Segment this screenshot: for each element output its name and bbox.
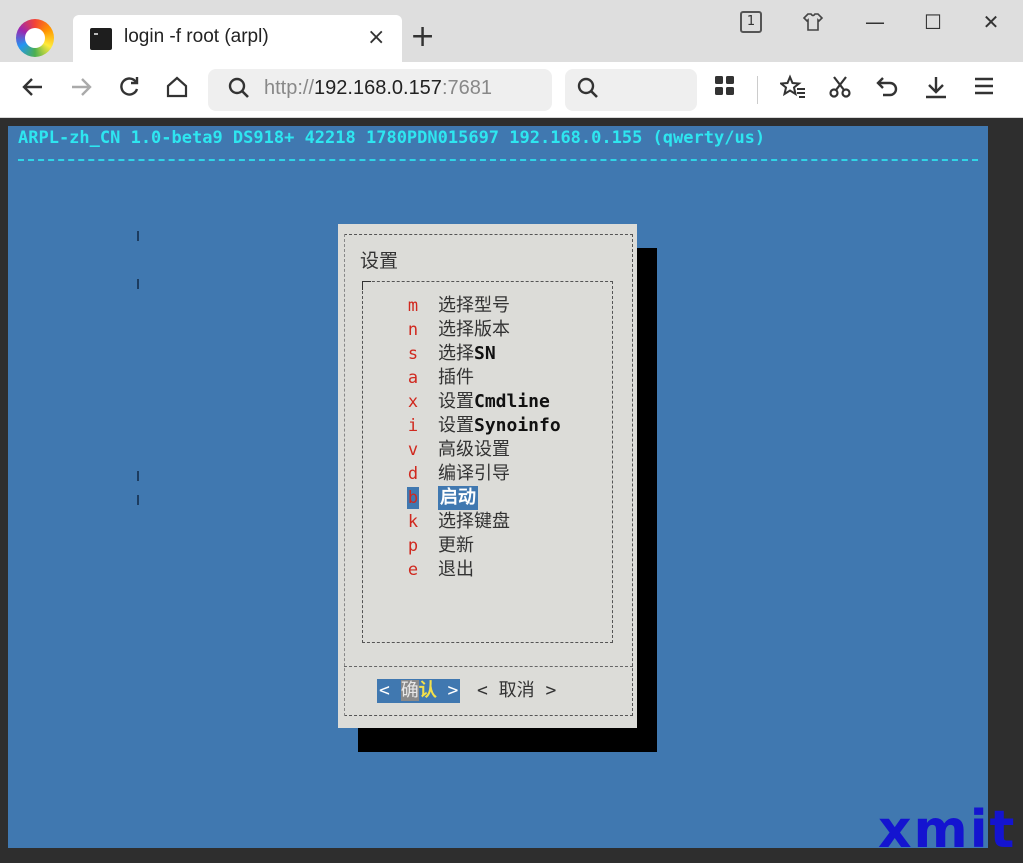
menu-item-advanced[interactable]: v 高级设置 — [363, 438, 612, 462]
menu-hotkey: a — [407, 368, 419, 388]
dialog-border-left — [344, 234, 345, 716]
menu-label: 高级设置 — [438, 439, 510, 460]
menu-label: 编译引导 — [438, 463, 510, 484]
grid-apps-icon[interactable] — [710, 74, 740, 104]
dialog-title: 设置 — [360, 250, 399, 272]
menu-item-keymap[interactable]: k 选择键盘 — [363, 510, 612, 534]
terminal-artifact — [137, 471, 139, 481]
menu-label: 选择SN — [438, 343, 496, 364]
tab-title: login -f root (arpl) — [124, 26, 269, 47]
terminal[interactable]: ARPL-zh_CN 1.0-beta9 DS918+ 42218 1780PD… — [8, 126, 988, 848]
menu-hotkey: k — [407, 512, 419, 532]
menu-hotkey: i — [407, 416, 419, 436]
menu-hotkey: n — [407, 320, 419, 340]
menu-label: 选择键盘 — [438, 511, 510, 532]
menu-label: 选择型号 — [438, 295, 510, 316]
menu-hotkey: x — [407, 392, 419, 412]
watermark-logo: xmit — [878, 800, 1017, 860]
maximize-button[interactable]: ☐ — [918, 6, 948, 38]
menu-item-addons[interactable]: a 插件 — [363, 366, 612, 390]
menu-item-select-sn[interactable]: s 选择SN — [363, 342, 612, 366]
menu-hotkey: s — [407, 344, 419, 364]
cancel-button[interactable]: < 取消 > — [477, 679, 556, 703]
url-text: http://192.168.0.157:7681 — [264, 77, 492, 99]
forward-icon[interactable] — [66, 74, 96, 104]
settings-dialog: 设置 m 选择型号 n 选择版本 s 选择SN a 插件 x 设置Cmdline… — [338, 224, 637, 728]
menu-label: 设置Synoinfo — [438, 415, 561, 436]
skin-icon[interactable] — [798, 6, 828, 38]
tab-close-icon[interactable]: × — [367, 25, 385, 50]
menu-label: 设置Cmdline — [438, 391, 550, 412]
toolbar-divider — [757, 76, 758, 104]
menu-hotkey: v — [407, 440, 419, 460]
dialog-divider — [344, 666, 633, 667]
ok-button[interactable]: < 确认 > — [377, 679, 461, 703]
menu-hotkey: m — [407, 296, 419, 316]
menu-hotkey: d — [407, 464, 419, 484]
address-bar[interactable]: http://192.168.0.157:7681 — [208, 69, 552, 111]
toolbar: http://192.168.0.157:7681 — [0, 62, 1023, 118]
menu-label: 选择版本 — [438, 319, 510, 340]
home-icon[interactable] — [162, 74, 192, 104]
header-rule — [18, 159, 978, 161]
menu-box: m 选择型号 n 选择版本 s 选择SN a 插件 x 设置Cmdline i … — [362, 281, 613, 643]
browser-logo-icon[interactable] — [16, 19, 54, 57]
menu-label: 退出 — [438, 559, 474, 580]
menu-hotkey: b — [407, 487, 419, 509]
menu-label: 插件 — [438, 367, 474, 388]
back-icon[interactable] — [18, 74, 48, 104]
menu-item-cmdline[interactable]: x 设置Cmdline — [363, 390, 612, 414]
menu-hotkey: e — [407, 560, 419, 580]
menu-item-select-model[interactable]: m 选择型号 — [363, 294, 612, 318]
search-box[interactable] — [565, 69, 697, 111]
tab-strip: login -f root (arpl) × + 1 — ☐ ✕ — [0, 0, 1023, 63]
menu-item-exit[interactable]: e 退出 — [363, 558, 612, 582]
minimize-button[interactable]: — — [860, 6, 890, 38]
menu-list: m 选择型号 n 选择版本 s 选择SN a 插件 x 设置Cmdline i … — [363, 294, 612, 582]
favorites-icon[interactable] — [778, 74, 808, 104]
undo-icon[interactable] — [873, 74, 903, 104]
terminal-artifact — [137, 279, 139, 289]
menu-item-update[interactable]: p 更新 — [363, 534, 612, 558]
reload-icon[interactable] — [114, 74, 144, 104]
terminal-artifact — [137, 231, 139, 241]
menu-hotkey: p — [407, 536, 419, 556]
tab-active[interactable]: login -f root (arpl) × — [73, 15, 402, 63]
search-input[interactable] — [607, 77, 687, 101]
terminal-favicon-icon — [90, 28, 112, 50]
menu-icon[interactable] — [969, 74, 999, 104]
menu-item-select-version[interactable]: n 选择版本 — [363, 318, 612, 342]
scissors-icon[interactable] — [825, 74, 855, 104]
tab-count-icon[interactable]: 1 — [740, 11, 762, 33]
terminal-header: ARPL-zh_CN 1.0-beta9 DS918+ 42218 1780PD… — [18, 128, 766, 148]
search-icon — [577, 77, 598, 98]
menu-label: 更新 — [438, 535, 474, 556]
new-tab-button[interactable]: + — [410, 20, 435, 54]
search-icon — [228, 77, 249, 98]
close-window-button[interactable]: ✕ — [976, 6, 1006, 38]
menu-item-synoinfo[interactable]: i 设置Synoinfo — [363, 414, 612, 438]
menu-label: 启动 — [438, 486, 478, 510]
download-icon[interactable] — [921, 74, 951, 104]
terminal-artifact — [137, 495, 139, 505]
menu-item-build-loader[interactable]: d 编译引导 — [363, 462, 612, 486]
menu-item-boot[interactable]: b 启动 — [363, 486, 612, 510]
